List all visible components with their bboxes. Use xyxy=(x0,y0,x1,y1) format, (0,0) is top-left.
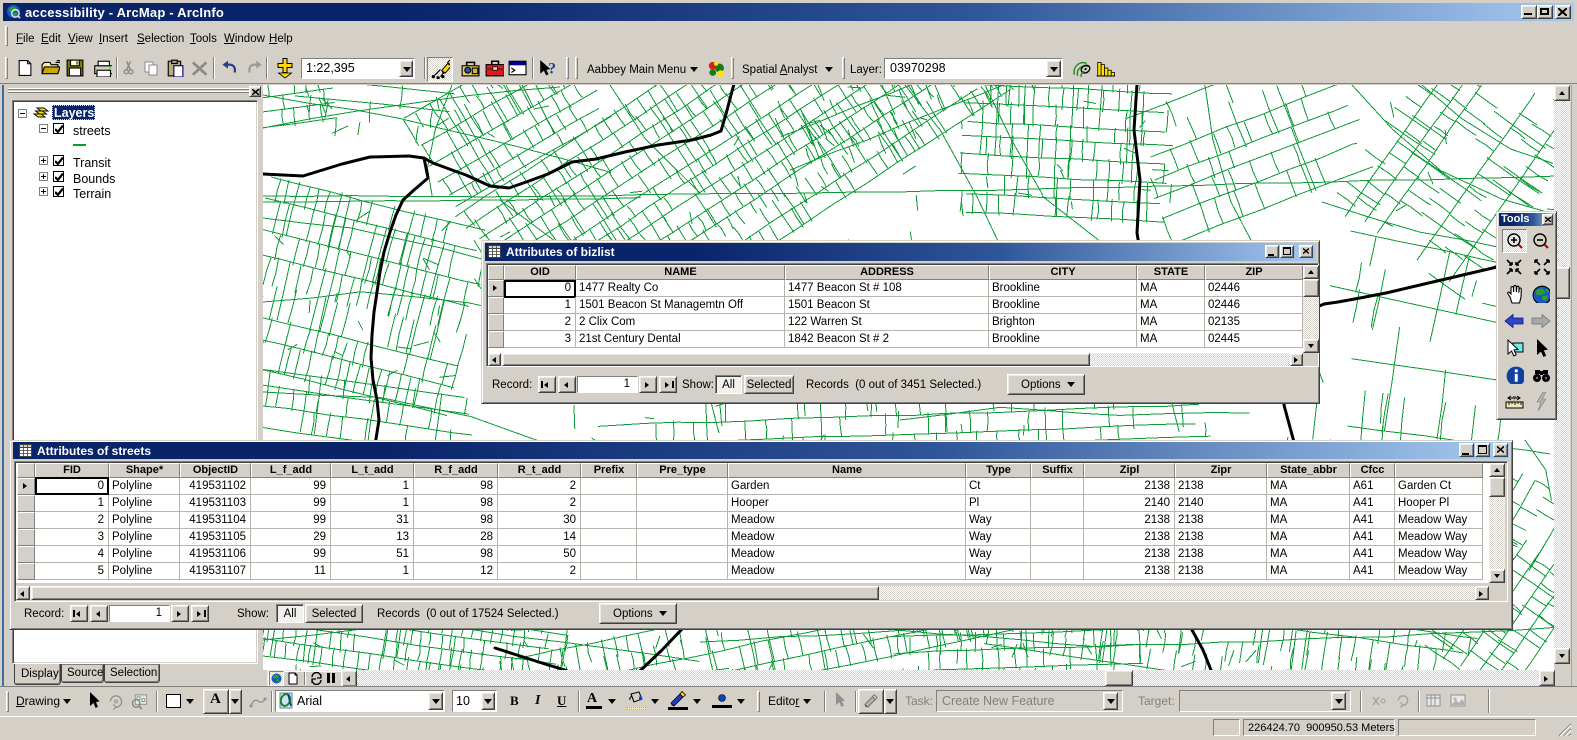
svg-text:?: ? xyxy=(548,61,556,77)
